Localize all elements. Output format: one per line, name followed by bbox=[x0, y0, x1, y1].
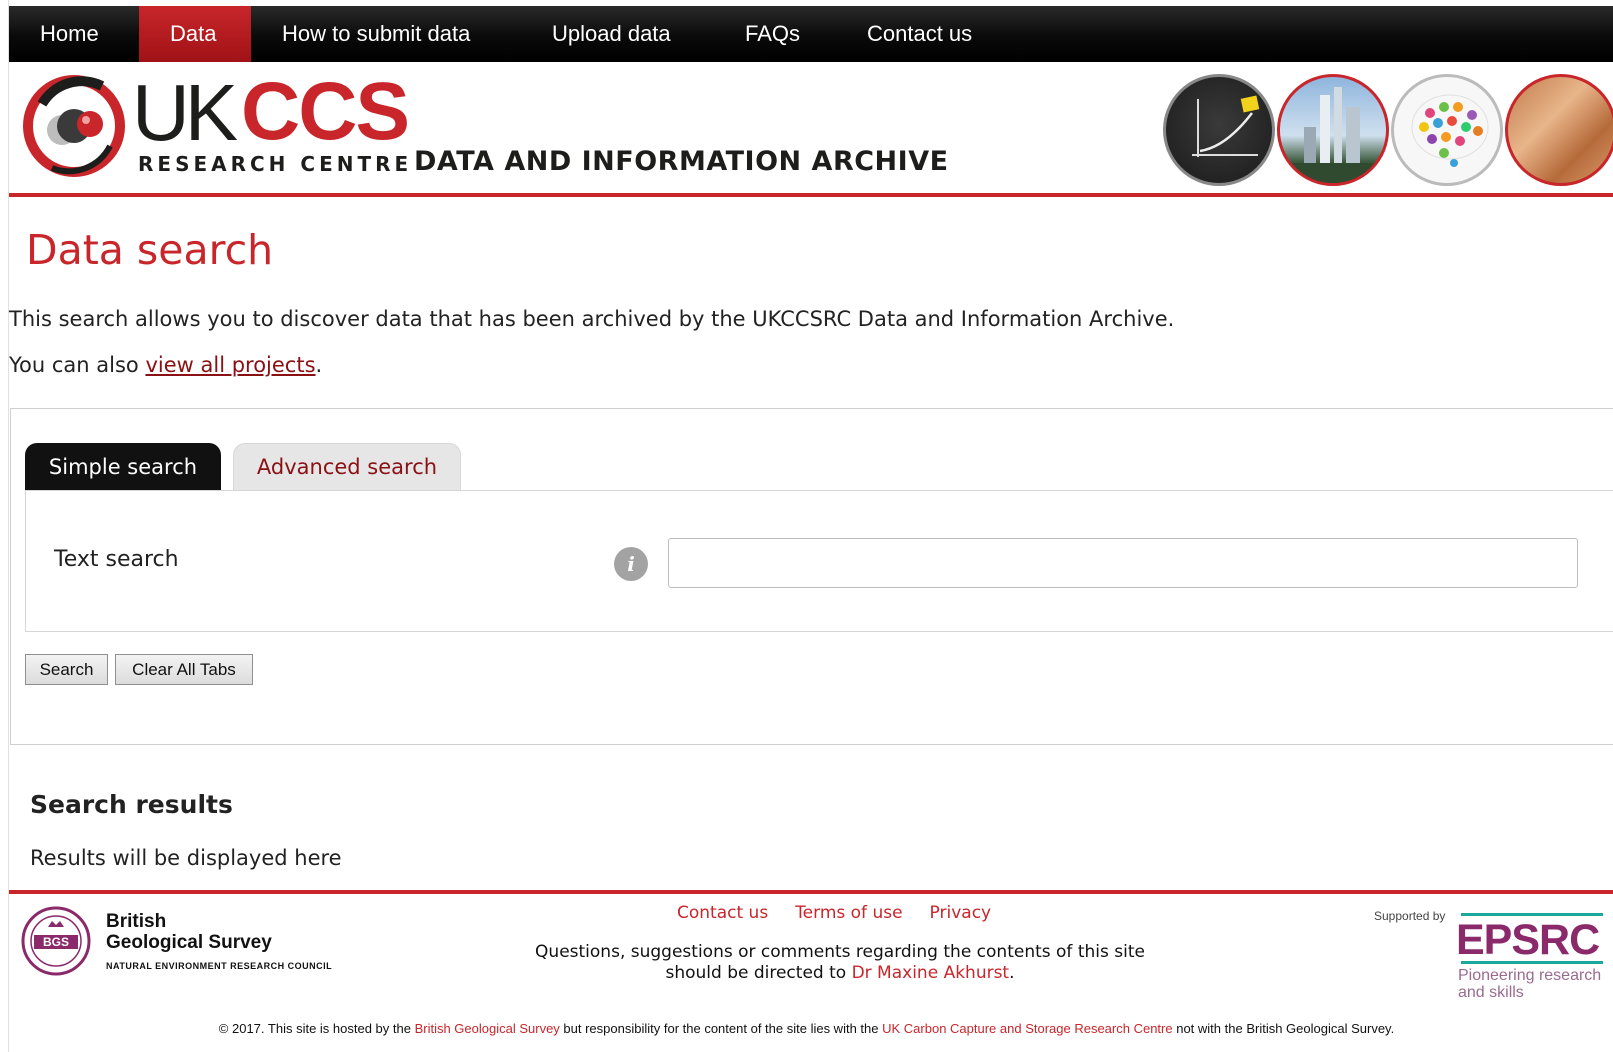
copyright-notice: © 2017. This site is hosted by the Briti… bbox=[0, 1021, 1613, 1036]
footer-privacy-link[interactable]: Privacy bbox=[930, 903, 992, 923]
text-search-input[interactable] bbox=[668, 538, 1578, 588]
intro2-suffix: . bbox=[315, 353, 323, 377]
copyright-mid: but responsibility for the content of th… bbox=[559, 1021, 883, 1036]
search-panel: Simple search Advanced search Text searc… bbox=[10, 408, 1613, 745]
footer-q2-prefix: should be directed to bbox=[665, 963, 852, 983]
banner-image-rock bbox=[1505, 74, 1613, 186]
tab-advanced-search[interactable]: Advanced search bbox=[233, 443, 461, 490]
copyright-prefix: © 2017. This site is hosted by the bbox=[218, 1021, 415, 1036]
archive-title: DATA AND INFORMATION ARCHIVE bbox=[414, 146, 949, 177]
info-icon[interactable]: i bbox=[614, 547, 648, 581]
logo-ccs-text[interactable]: CCS bbox=[241, 71, 410, 153]
footer-q2-suffix: . bbox=[1009, 963, 1015, 983]
bgs-name-line1[interactable]: British bbox=[106, 911, 166, 933]
epsrc-tagline: Pioneering research and skills bbox=[1458, 967, 1602, 1001]
page-left-edge bbox=[0, 0, 9, 1052]
banner-image-plant bbox=[1277, 74, 1389, 186]
ukccsrc-link[interactable]: UK Carbon Capture and Storage Research C… bbox=[882, 1021, 1173, 1036]
footer-terms-link[interactable]: Terms of use bbox=[795, 903, 902, 923]
banner-image-chart bbox=[1163, 74, 1275, 186]
search-button[interactable]: Search bbox=[25, 654, 108, 685]
view-all-projects-link[interactable]: view all projects bbox=[145, 353, 315, 377]
tab-simple-search[interactable]: Simple search bbox=[25, 443, 221, 490]
nav-upload-data[interactable]: Upload data bbox=[521, 6, 714, 62]
footer-question-line2: should be directed to Dr Maxine Akhurst. bbox=[0, 963, 1613, 983]
footer-links: Contact us Terms of use Privacy bbox=[677, 903, 991, 923]
search-results-placeholder: Results will be displayed here bbox=[30, 846, 342, 870]
search-results-heading: Search results bbox=[30, 790, 233, 819]
nav-how-to-submit[interactable]: How to submit data bbox=[251, 6, 521, 62]
bgs-link[interactable]: British Geological Survey bbox=[415, 1021, 560, 1036]
supported-by-label: Supported by bbox=[1374, 909, 1446, 923]
nav-data[interactable]: Data bbox=[139, 6, 251, 62]
page: Home Data How to submit data Upload data… bbox=[0, 0, 1613, 1052]
nav-contact-us[interactable]: Contact us bbox=[836, 6, 1003, 62]
contact-person-link[interactable]: Dr Maxine Akhurst bbox=[852, 963, 1010, 983]
text-search-label: Text search bbox=[54, 547, 179, 572]
footer-divider bbox=[9, 890, 1613, 894]
search-tabs: Simple search Advanced search bbox=[25, 443, 473, 490]
intro-text: This search allows you to discover data … bbox=[9, 307, 1175, 331]
copyright-suffix: not with the British Geological Survey. bbox=[1172, 1021, 1395, 1036]
site-banner: UK CCS RESEARCH CENTRE DATA AND INFORMAT… bbox=[9, 62, 1613, 197]
industrial-plant-icon bbox=[1280, 87, 1386, 183]
footer-question-line1: Questions, suggestions or comments regar… bbox=[535, 942, 1145, 962]
epsrc-logo[interactable]: EPSRC bbox=[1456, 916, 1600, 965]
epsrc-rule-bottom bbox=[1461, 961, 1603, 964]
top-nav: Home Data How to submit data Upload data… bbox=[9, 6, 1613, 62]
page-title: Data search bbox=[26, 226, 274, 274]
logo-subtitle[interactable]: RESEARCH CENTRE bbox=[138, 152, 412, 176]
intro-text-projects: You can also view all projects. bbox=[9, 353, 322, 377]
people-speech-bubble-icon bbox=[1411, 94, 1489, 167]
logo-uk-text[interactable]: UK bbox=[132, 73, 238, 153]
footer-contact-us-link[interactable]: Contact us bbox=[677, 903, 768, 923]
co2-graph-icon bbox=[1192, 95, 1260, 157]
clear-all-tabs-button[interactable]: Clear All Tabs bbox=[115, 654, 253, 685]
ukccs-molecule-logo-icon[interactable] bbox=[22, 74, 126, 178]
nav-home[interactable]: Home bbox=[9, 6, 139, 62]
nav-faqs[interactable]: FAQs bbox=[714, 6, 836, 62]
intro2-prefix: You can also bbox=[9, 353, 146, 377]
banner-image-speech-bubble bbox=[1391, 74, 1503, 186]
simple-search-tab-body: Text search i bbox=[25, 490, 1613, 632]
